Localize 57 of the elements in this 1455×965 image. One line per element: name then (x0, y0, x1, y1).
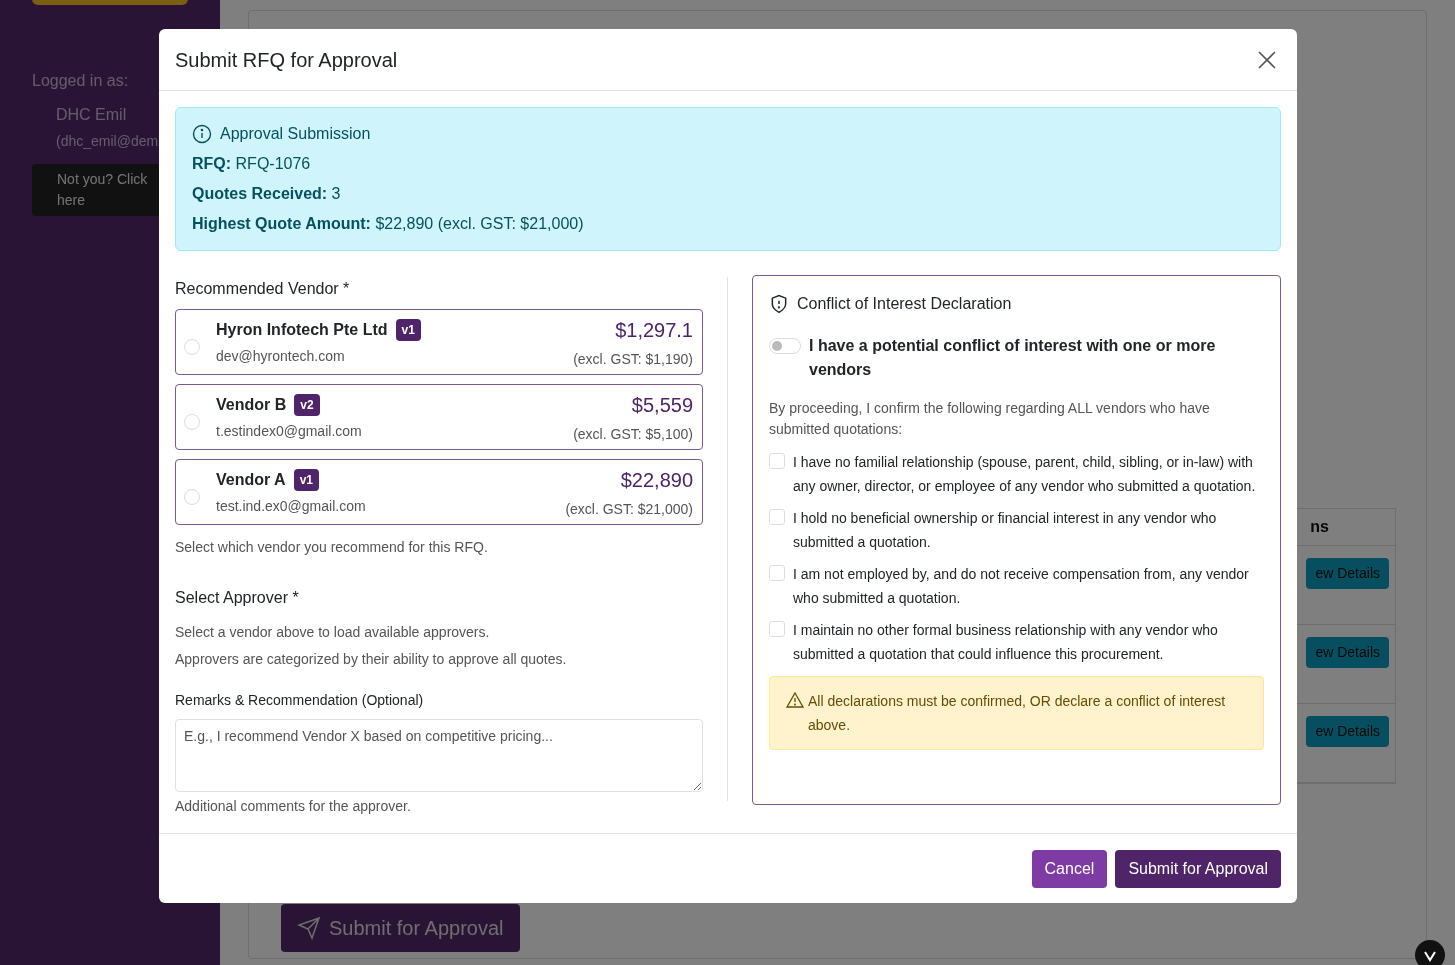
field-label: Select Approver * (175, 588, 300, 608)
shield-alert-icon (769, 294, 789, 314)
declaration-text: I have no familial relationship (spouse, parent, child, sibling, or in-law) with any owner, director, or employee of any vendor who submitted a quotation. (793, 453, 1257, 496)
version-badge: v2 (294, 393, 320, 416)
help-text: Select which vendor you recommend for this RFQ. (175, 538, 489, 557)
excl-gst-amount: (excl. GST: $5,100) (573, 424, 693, 444)
submit-button[interactable]: Submit for Approval (1115, 850, 1281, 888)
remarks-field[interactable]: E.g., I recommend Vendor X based on competitive pricing... (175, 719, 703, 792)
declaration-checkbox[interactable] (769, 453, 785, 469)
vendor-option[interactable]: Vendor B v2 t.estindex0@gmail.com $5,559 (excl. GST: $5,100) (175, 384, 703, 450)
vendor-email: test.ind.ex0@gmail.com (216, 496, 366, 516)
section-title: Conflict of Interest Declaration (797, 294, 1012, 314)
cancel-button[interactable]: Cancel (1031, 850, 1108, 888)
logged-in-label: Logged in as: (32, 71, 130, 91)
field-label: Remarks & Recommendation (Optional) (175, 691, 425, 710)
vendor-name: Vendor B (216, 394, 287, 415)
field-label: Recommended Vendor * (175, 279, 351, 299)
version-badge: v1 (293, 468, 319, 491)
help-text: Approvers are categorized by their ability to approve all quotes. (175, 650, 568, 669)
quote-amount: $22,890 (620, 467, 693, 493)
vendor-option[interactable]: Vendor A v1 test.ind.ex0@gmail.com $22,890 (excl. GST: $21,000) (175, 459, 703, 525)
send-icon (297, 916, 321, 940)
user-email: (dhc_emil@dem (56, 132, 160, 151)
declaration-checkbox[interactable] (769, 621, 785, 637)
help-text: Select a vendor above to load available approvers. (175, 623, 491, 642)
info-icon (192, 124, 212, 144)
modal-title: Submit RFQ for Approval (175, 47, 398, 73)
vendor-email: t.estindex0@gmail.com (216, 421, 362, 441)
quote-amount: $5,559 (631, 392, 693, 418)
radio-button[interactable] (184, 414, 200, 430)
quote-amount: $1,297.1 (615, 317, 693, 343)
alert-title: Approval Submission (220, 124, 371, 144)
excl-gst-amount: (excl. GST: $1,190) (573, 349, 693, 369)
info-line: Quotes Received: 3 (192, 184, 342, 204)
declaration-text: I hold no beneficial ownership or financial interest in any vendor who submitted a quotation. (793, 509, 1218, 552)
declaration-checkbox[interactable] (769, 509, 785, 525)
info-line: Highest Quote Amount: $22,890 (excl. GST: $21,000) (192, 214, 585, 234)
vendor-name: Hyron Infotech Pte Ltd (216, 319, 388, 340)
chevron-down-icon[interactable] (1415, 940, 1445, 965)
vendor-option[interactable]: Hyron Infotech Pte Ltd v1 dev@hyrontech.com $1,297.1 (excl. GST: $1,190) (175, 309, 703, 375)
radio-button[interactable] (184, 339, 200, 355)
declaration-text: I am not employed by, and do not receive compensation from, any vendor who submitted a quotation. (793, 565, 1250, 608)
warning-text: All declarations must be confirmed, OR declare a conflict of interest above. (808, 692, 1227, 735)
vendor-email: dev@hyrontech.com (216, 346, 346, 366)
warning-icon (786, 692, 804, 708)
version-badge: v1 (395, 318, 421, 341)
intro-text: By proceeding, I confirm the following regarding ALL vendors who have submitted quotations: (769, 399, 1211, 439)
conflict-toggle[interactable] (769, 338, 801, 354)
info-line: RFQ: RFQ-1076 (192, 154, 312, 174)
declaration-checkbox[interactable] (769, 565, 785, 581)
radio-button[interactable] (184, 489, 200, 505)
toggle-label: I have a potential conflict of interest with one or more vendors (809, 336, 1217, 380)
excl-gst-amount: (excl. GST: $21,000) (565, 499, 693, 519)
declaration-text: I maintain no other formal business relationship with any vendor who submitted a quotation that could influence this procurement. (793, 621, 1219, 664)
help-text: Additional comments for the approver. (175, 797, 412, 816)
vendor-name: Vendor A (216, 469, 286, 490)
user-name: DHC Emil (56, 105, 128, 125)
